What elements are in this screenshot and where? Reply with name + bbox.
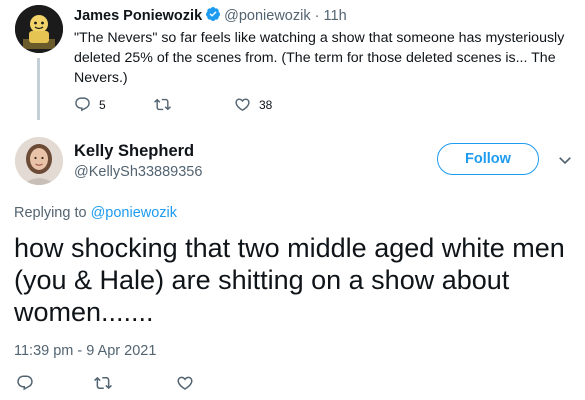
parent-author-name[interactable]: James Poniewozik (74, 8, 202, 24)
tweet-timestamp[interactable]: 11:39 pm - 9 Apr 2021 (14, 343, 156, 359)
author-handle[interactable]: @KellySh33889356 (74, 164, 202, 180)
like-icon (235, 98, 250, 111)
replying-to-label: Replying to (14, 205, 87, 221)
like-icon (177, 376, 193, 390)
parent-tweet-time[interactable]: 11h (324, 8, 347, 24)
more-options-button[interactable] (556, 151, 574, 169)
verified-icon (205, 6, 221, 26)
parent-tweet-header: James Poniewozik @poniewozik · 11h (74, 6, 347, 26)
like-button[interactable] (176, 374, 194, 392)
retweet-icon (94, 376, 112, 390)
avatar-photo (15, 137, 63, 185)
follow-button[interactable]: Follow (437, 143, 539, 175)
retweet-icon (154, 98, 171, 111)
reply-count: 5 (99, 97, 106, 112)
parent-avatar[interactable] (15, 5, 63, 53)
like-count: 38 (259, 97, 273, 112)
reply-icon (75, 97, 90, 112)
author-name[interactable]: Kelly Shepherd (74, 142, 194, 161)
chevron-down-icon (559, 157, 571, 165)
reply-icon (17, 375, 33, 391)
parent-retweet-button[interactable] (154, 96, 171, 113)
replying-to-mention[interactable]: @poniewozik (91, 205, 177, 221)
parent-tweet-text: "The Nevers" so far feels like watching … (74, 30, 565, 86)
retweet-button[interactable] (94, 374, 112, 392)
parent-author-handle[interactable]: @poniewozik (224, 8, 310, 24)
tweet-text: how shocking that two middle aged white … (14, 233, 565, 327)
thread-connector-line (37, 58, 40, 120)
author-avatar[interactable] (15, 137, 63, 185)
parent-reply-button[interactable]: 5 (74, 96, 106, 113)
replying-to-line: Replying to @poniewozik (14, 205, 177, 221)
reply-button[interactable] (16, 374, 34, 392)
parent-like-button[interactable]: 38 (234, 96, 272, 113)
avatar-illustration (15, 5, 63, 53)
separator-dot: · (314, 8, 320, 24)
